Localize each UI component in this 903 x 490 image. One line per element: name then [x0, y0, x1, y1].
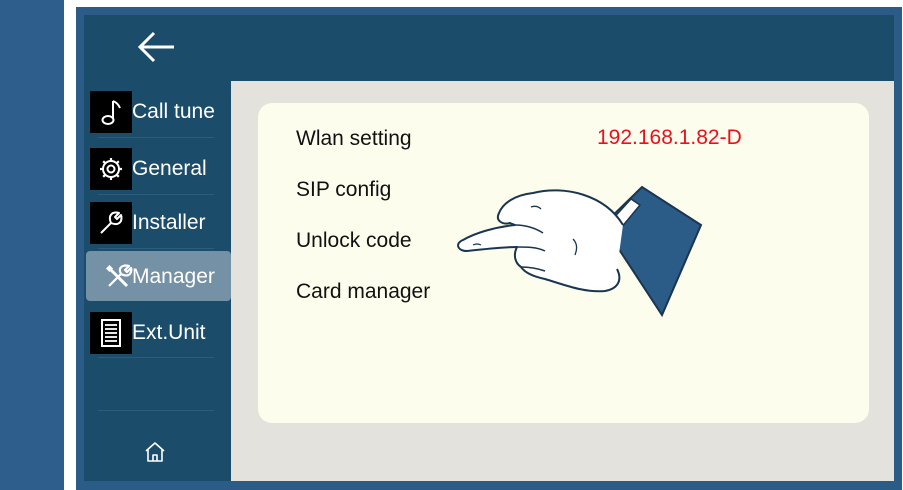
sidebar-item-general[interactable]: General	[84, 143, 216, 193]
back-button[interactable]	[134, 27, 178, 67]
header-bar	[84, 15, 894, 81]
sidebar-item-manager[interactable]: Manager	[86, 251, 231, 301]
arrow-left-icon	[137, 31, 174, 63]
pointing-hand-icon	[457, 185, 703, 318]
home-button[interactable]	[140, 437, 170, 467]
menu-item-sip-config[interactable]: SIP config	[296, 178, 391, 202]
menu-item-unlock-code[interactable]: Unlock code	[296, 229, 412, 253]
music-note-icon	[90, 91, 132, 133]
divider	[98, 410, 214, 411]
document-list-icon	[90, 312, 132, 354]
divider	[98, 357, 214, 358]
divider	[98, 248, 214, 249]
sidebar-item-installer[interactable]: Installer	[84, 197, 216, 247]
sidebar-item-label: Manager	[132, 265, 215, 288]
menu-item-wlan-setting[interactable]: Wlan setting	[296, 127, 412, 151]
divider	[98, 137, 214, 138]
sidebar-item-label: Call tune	[132, 100, 215, 123]
sidebar-item-ext-unit[interactable]: Ext.Unit	[84, 307, 216, 357]
sidebar-item-label: Installer	[132, 211, 206, 234]
sidebar-item-label: General	[132, 157, 207, 180]
divider	[98, 194, 214, 195]
wrench-icon	[90, 202, 132, 244]
left-edge-panel	[0, 0, 64, 490]
home-icon	[145, 442, 165, 462]
sidebar-item-label: Ext.Unit	[132, 321, 206, 344]
menu-item-card-manager[interactable]: Card manager	[296, 280, 430, 304]
sidebar-item-call-tune[interactable]: Call tune	[84, 86, 216, 136]
gear-icon	[90, 148, 132, 190]
ip-address-label: 192.168.1.82-D	[597, 126, 742, 149]
sidebar: Call tune General Installer Manager Ext.…	[84, 81, 231, 481]
